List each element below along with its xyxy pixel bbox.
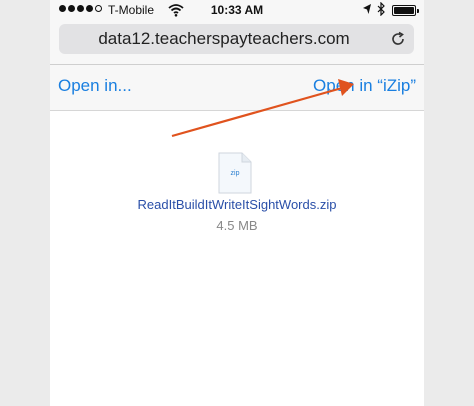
- file-name: ReadItBuildItWriteItSightWords.zip: [137, 197, 337, 212]
- browser-chrome: T-Mobile 10:33 AM data12.teacherspayteac…: [50, 0, 424, 64]
- file-icon-label: zip: [231, 170, 240, 177]
- open-in-button[interactable]: Open in...: [58, 76, 132, 96]
- file-size: 4.5 MB: [216, 218, 258, 233]
- bluetooth-icon: [377, 2, 385, 16]
- status-bar: T-Mobile 10:33 AM: [50, 0, 424, 20]
- zip-file-icon[interactable]: zip: [218, 152, 252, 194]
- phone-screen: T-Mobile 10:33 AM data12.teacherspayteac…: [50, 0, 424, 406]
- arrow-icon: [171, 79, 354, 138]
- address-bar[interactable]: data12.teacherspayteachers.com: [59, 24, 414, 54]
- battery-fill: [394, 7, 414, 14]
- url-text[interactable]: data12.teacherspayteachers.com: [59, 24, 389, 54]
- battery-icon: [392, 5, 419, 16]
- reload-icon[interactable]: [390, 31, 406, 47]
- location-arrow-icon: [363, 4, 371, 14]
